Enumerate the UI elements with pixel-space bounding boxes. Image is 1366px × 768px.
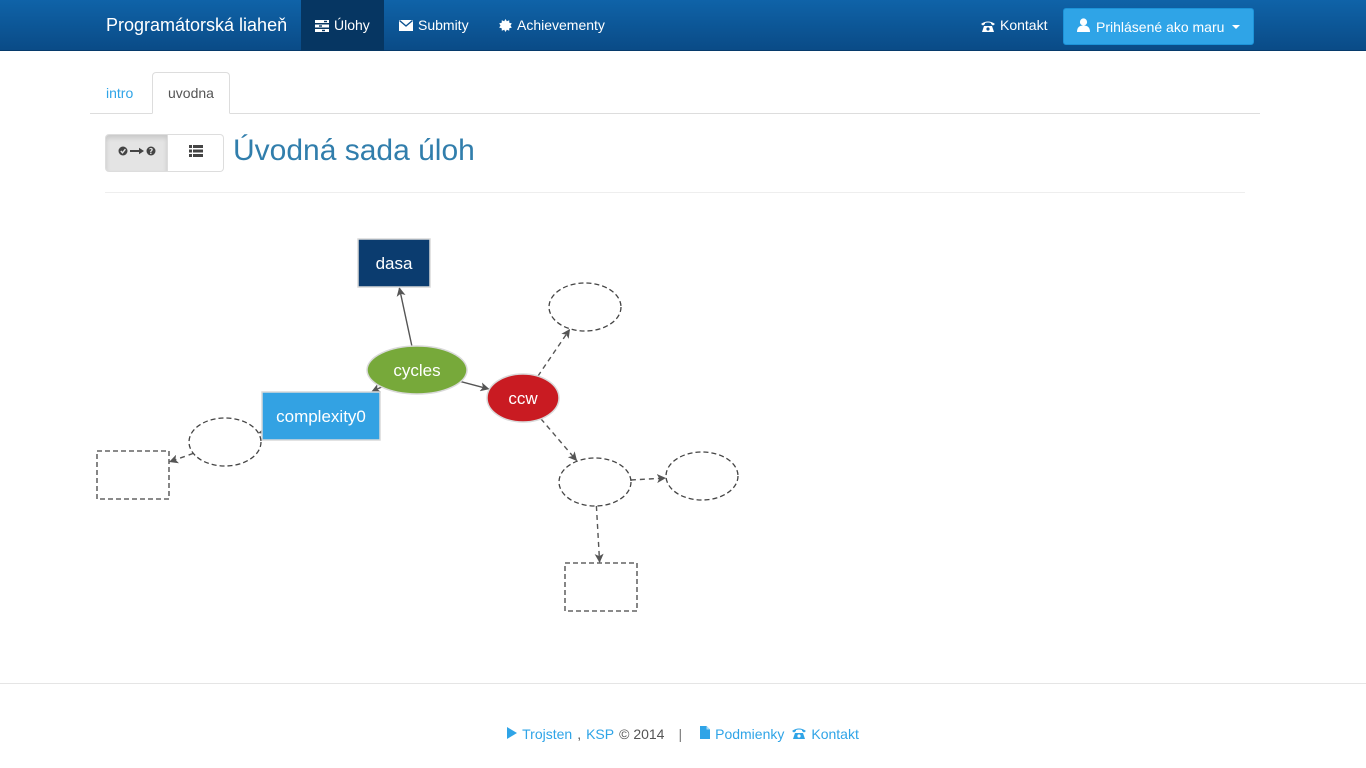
user-icon [1077, 18, 1090, 35]
graph-node-shape [564, 562, 638, 612]
nav-kontakt-link[interactable]: Kontakt [967, 0, 1061, 51]
graph-node-shape [96, 450, 170, 500]
graph-node-hidden [564, 562, 638, 612]
top-navbar: Programátorská liaheň Úlohy Submity Achi… [0, 0, 1366, 51]
graph-node-label: complexity0 [276, 407, 366, 426]
footer-comma: , [577, 726, 582, 742]
svg-text:?: ? [148, 147, 152, 156]
graph-edge-ccw-to-hidden1 [537, 328, 571, 377]
file-icon [700, 726, 711, 742]
tabs-divider [90, 113, 1260, 114]
nav-item-ulohy[interactable]: Úlohy [301, 0, 384, 51]
play-icon [507, 726, 518, 742]
user-menu-label: Prihlásené ako maru [1096, 18, 1225, 35]
envelope-icon [399, 20, 413, 31]
brand-link[interactable]: Programátorská liaheň [106, 0, 287, 51]
graph-node-hidden [665, 451, 739, 501]
page-title: Úvodná sada úloh [233, 134, 475, 167]
phone-icon [981, 20, 995, 32]
graph-node-cycles[interactable]: cycles [366, 345, 468, 395]
footer-divider [0, 683, 1366, 684]
graph-node-hidden [96, 450, 170, 500]
tab-intro[interactable]: intro [91, 72, 148, 114]
certificate-icon [499, 19, 512, 32]
graph-node-ccw[interactable]: ccw [486, 373, 560, 423]
footer-copyright: © 2014 [619, 726, 665, 742]
graph-node-complexity0[interactable]: complexity0 [261, 391, 381, 441]
graph-edge-cycles-to-ccw [460, 380, 490, 392]
footer: Trojsten, KSP © 2014 | Podmienky Kontakt [0, 724, 1366, 744]
list-view-button[interactable] [168, 134, 224, 172]
nav-item-label: Submity [418, 17, 469, 33]
graph-edge-hidden2-to-hidden3 [169, 452, 194, 464]
graph-node-shape [188, 417, 262, 467]
header-divider [105, 192, 1245, 193]
graph-edge-cycles-to-dasa [396, 287, 413, 347]
graph-node-dasa[interactable]: dasa [357, 238, 431, 288]
footer-ksp-link[interactable]: KSP [586, 726, 614, 742]
graph-view-button[interactable]: ? [105, 134, 168, 172]
graph-edge-hidden4-to-hidden6 [594, 505, 604, 563]
view-toggle-group: ? [105, 134, 224, 172]
graph-edge-cycles-to-complexity0 [371, 384, 382, 393]
graph-node-shape [558, 457, 632, 507]
user-menu-button[interactable]: Prihlásené ako maru [1063, 8, 1254, 45]
footer-trojsten-link[interactable]: Trojsten [522, 726, 572, 742]
list-view-icon [188, 144, 203, 162]
caret-down-icon [1232, 24, 1241, 29]
footer-podmienky-link[interactable]: Podmienky [715, 726, 784, 742]
graph-node-label: dasa [376, 254, 413, 273]
graph-edge-ccw-to-hidden4 [540, 418, 578, 462]
nav-item-label: Achievementy [517, 17, 605, 33]
graph-node-hidden [188, 417, 262, 467]
nav-kontakt-label: Kontakt [1000, 17, 1048, 33]
footer-separator: | [678, 726, 683, 742]
graph-node-shape [548, 282, 622, 332]
nav-item-submity[interactable]: Submity [385, 0, 483, 51]
graph-edge-hidden4-to-hidden5 [630, 474, 666, 484]
graph-view-icon: ? [118, 144, 156, 162]
nav-item-achievementy[interactable]: Achievementy [485, 0, 619, 51]
footer-kontakt-link[interactable]: Kontakt [811, 726, 858, 742]
graph-node-label: ccw [508, 389, 538, 408]
tab-uvodna[interactable]: uvodna [152, 72, 230, 114]
tasks-icon [315, 19, 329, 32]
nav-item-label: Úlohy [334, 17, 370, 33]
graph-node-hidden [548, 282, 622, 332]
graph-node-hidden [558, 457, 632, 507]
graph-node-label: cycles [393, 361, 440, 380]
phone-icon [792, 726, 807, 742]
graph-node-shape [665, 451, 739, 501]
